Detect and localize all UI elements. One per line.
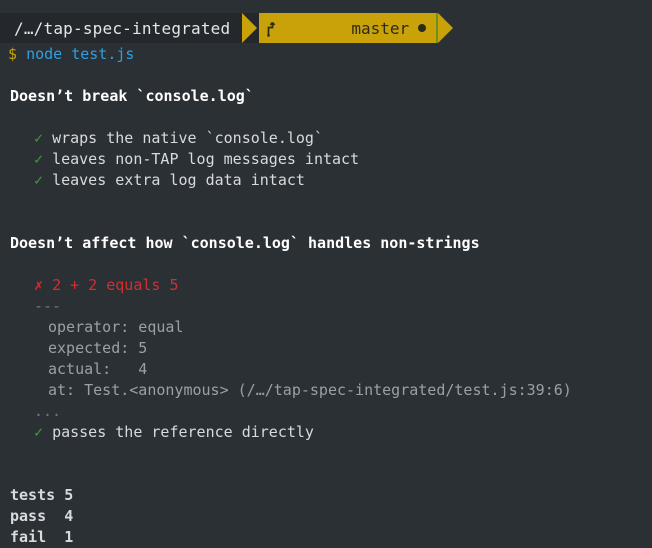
pass-check-icon: ✓	[34, 129, 44, 147]
prompt-git-segment: master	[259, 13, 437, 43]
fail-cross-icon: ✗	[34, 276, 44, 294]
suite-title: Doesn’t affect how `console.log` handles…	[10, 234, 480, 252]
pass-check-icon: ✓	[34, 171, 44, 189]
git-branch-icon	[265, 0, 342, 79]
summary-row-tests: tests 5	[8, 485, 652, 506]
git-branch-name: master	[351, 18, 410, 38]
summary-row-fail: fail 1	[8, 527, 652, 548]
prompt-git-arrow-tip	[436, 13, 454, 43]
shell-prompt: /…/tap-spec-integrated master	[0, 13, 652, 43]
test-output: Doesn’t break `console.log` ✓ wraps the …	[0, 65, 652, 548]
summary-value: 5	[64, 486, 74, 504]
summary-label: tests	[10, 486, 56, 504]
assertion-row-failed: ✗ 2 + 2 equals 5	[8, 275, 652, 296]
terminal-window: /…/tap-spec-integrated master $ node tes…	[0, 13, 652, 546]
assertion-text: wraps the native `console.log`	[52, 129, 323, 147]
prompt-separator-arrow	[242, 13, 260, 43]
prompt-sigil: $	[8, 45, 18, 63]
assertion-row: ✓ wraps the native `console.log`	[8, 128, 652, 149]
assertion-row: ✓ leaves non-TAP log messages intact	[8, 149, 652, 170]
command-text: node test.js	[26, 45, 135, 63]
pass-check-icon: ✓	[34, 423, 44, 441]
pass-check-icon: ✓	[34, 150, 44, 168]
assertion-row: ✓ passes the reference directly	[8, 422, 652, 443]
assertion-text: leaves non-TAP log messages intact	[52, 150, 360, 168]
prompt-path-segment: /…/tap-spec-integrated	[0, 13, 243, 43]
git-dirty-indicator	[418, 24, 427, 32]
suite-title: Doesn’t break `console.log`	[10, 87, 254, 105]
assertion-text: passes the reference directly	[52, 423, 314, 441]
summary-label: pass	[10, 507, 56, 525]
diagnostic-line: operator: equal	[48, 318, 184, 336]
prompt-path-text: /…/tap-spec-integrated	[14, 18, 231, 38]
assertion-row: ✓ leaves extra log data intact	[8, 170, 652, 191]
diagnostic-close: ...	[34, 402, 62, 420]
summary-row-pass: pass 4	[8, 506, 652, 527]
summary-label: fail	[10, 528, 56, 546]
diagnostic-line: at: Test.<anonymous> (/…/tap-spec-integr…	[48, 381, 572, 399]
assertion-text: leaves extra log data intact	[52, 171, 305, 189]
diagnostic-open: ---	[34, 297, 62, 315]
summary-value: 4	[64, 507, 74, 525]
summary-value: 1	[64, 528, 74, 546]
assertion-text: 2 + 2 equals 5	[52, 276, 179, 294]
diagnostic-line: expected: 5	[48, 339, 148, 357]
diagnostic-line: actual: 4	[48, 360, 148, 378]
